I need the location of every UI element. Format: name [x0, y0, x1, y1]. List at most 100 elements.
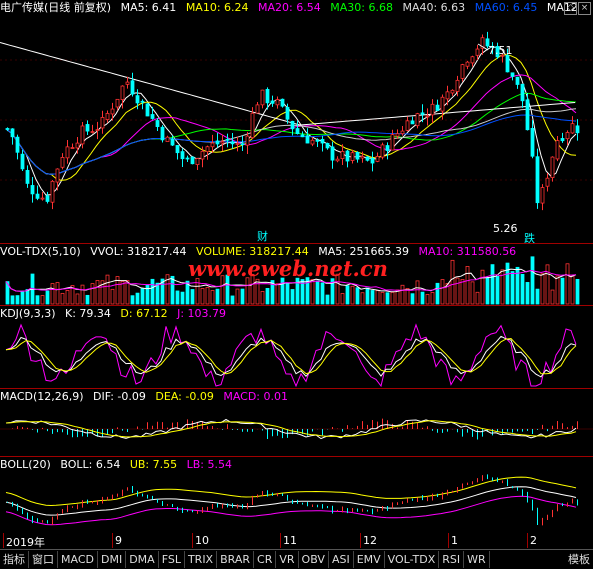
ma10-label: MA10: 6.24	[185, 1, 249, 14]
candle-body	[380, 144, 385, 158]
settings-icon[interactable]: ◇	[564, 2, 577, 15]
candle-body	[210, 142, 215, 148]
kdj-d-line	[5, 337, 577, 375]
boll-name: BOLL(20)	[0, 458, 51, 471]
volume-bar	[400, 284, 405, 305]
axis-label: 2019年	[6, 536, 45, 549]
volume-bar	[230, 295, 235, 305]
volume-bar	[255, 278, 260, 305]
candle-body	[135, 95, 140, 104]
indicator-tab-bar: 指标 窗口 MACD DMI DMA FSL TRIX BRAR CR VR OBV ASI EMV VO…	[0, 549, 593, 569]
candle-body	[460, 64, 465, 79]
volume-bar	[215, 288, 220, 305]
candle-body	[400, 130, 405, 135]
tab-cr[interactable]: CR	[254, 551, 277, 568]
tab-dma[interactable]: DMA	[126, 551, 159, 568]
candle-body	[505, 55, 510, 73]
boll-panel[interactable]: BOLL(20) BOLL: 6.54 UB: 7.55 LB: 5.54	[0, 457, 593, 533]
tab-trix[interactable]: TRIX	[185, 551, 218, 568]
candle-body	[310, 139, 315, 145]
tab-vol-tdx[interactable]: VOL-TDX	[385, 551, 440, 568]
volume-bar	[355, 287, 360, 305]
price-chart-panel[interactable]: 电广传媒(日线 前复权) MA5: 6.41 MA10: 6.24 MA20: …	[0, 0, 593, 243]
axis-tick	[3, 533, 4, 548]
axis-tick	[112, 533, 113, 548]
close-icon[interactable]: ×	[578, 2, 591, 15]
candle-body	[300, 134, 305, 138]
price-chart-canvas[interactable]	[0, 0, 593, 243]
macd-panel[interactable]: MACD(12,26,9) DIF: -0.09 DEA: -0.09 MACD…	[0, 389, 593, 456]
candle-body	[550, 156, 555, 179]
ma40-line	[5, 108, 577, 175]
candle-body	[420, 112, 425, 115]
volume-bar	[125, 280, 130, 305]
volume-bar	[290, 289, 295, 305]
volume-bar	[575, 278, 580, 305]
candle-body	[80, 125, 85, 145]
tab-macd[interactable]: MACD	[58, 551, 98, 568]
axis-label: 10	[195, 534, 209, 547]
drop-marker[interactable]: 跌	[524, 230, 535, 243]
kdj-d-label: D: 67.12	[120, 307, 168, 320]
candle-body	[145, 103, 150, 117]
volume-bar	[60, 292, 65, 305]
tab-brar[interactable]: BRAR	[217, 551, 255, 568]
tab-vr[interactable]: VR	[276, 551, 299, 568]
volume-bar	[205, 287, 210, 305]
axis-tick	[280, 533, 281, 548]
candle-body	[100, 117, 105, 129]
tab-dmi[interactable]: DMI	[98, 551, 127, 568]
candle-body	[125, 81, 130, 85]
price-panel-title: 电广传媒(日线 前复权) MA5: 6.41 MA10: 6.24 MA20: …	[0, 0, 584, 15]
volume-bar	[80, 284, 85, 305]
candle-body	[335, 158, 340, 162]
volume-bar	[410, 293, 415, 305]
tab-emv[interactable]: EMV	[354, 551, 385, 568]
tab-asi[interactable]: ASI	[329, 551, 354, 568]
candle-body	[515, 76, 520, 85]
tab-obv[interactable]: OBV	[299, 551, 329, 568]
kdj-panel[interactable]: KDJ(9,3,3) K: 79.34 D: 67.12 J: 103.79	[0, 306, 593, 388]
volume-bar	[130, 295, 135, 305]
volume-bar	[45, 290, 50, 305]
ma10-line	[5, 54, 577, 181]
volume-bar	[570, 275, 575, 305]
volume-bar	[525, 282, 530, 305]
macd-dea-label: DEA: -0.09	[155, 390, 214, 403]
kdj-name: KDJ(9,3,3)	[0, 307, 56, 320]
candle-body	[430, 103, 435, 116]
volume-panel[interactable]: VOL-TDX(5,10) VVOL: 318217.44 VOLUME: 31…	[0, 244, 593, 305]
candle-body	[340, 150, 345, 160]
candle-body	[355, 152, 360, 160]
candle-body	[330, 146, 335, 161]
candle-body	[165, 136, 170, 142]
volume-bar	[490, 264, 495, 305]
candle-body	[110, 108, 115, 115]
tab-wr[interactable]: WR	[464, 551, 490, 568]
volume-bar	[485, 277, 490, 305]
tab-template[interactable]: 模板	[565, 551, 593, 568]
ma20-label: MA20: 6.54	[258, 1, 321, 14]
candle-body	[120, 85, 125, 101]
candle-body	[10, 128, 15, 138]
candle-body	[175, 145, 180, 154]
tab-window[interactable]: 窗口	[29, 551, 58, 568]
candle-body	[455, 79, 460, 92]
tab-indicator[interactable]: 指标	[0, 551, 29, 568]
volume-bar	[260, 291, 265, 305]
tab-fsl[interactable]: FSL	[159, 551, 185, 568]
candle-body	[560, 138, 565, 142]
candle-body	[570, 123, 575, 134]
volume-bar	[40, 295, 45, 305]
candle-body	[45, 195, 50, 202]
candle-body	[285, 106, 290, 120]
candle-body	[565, 132, 570, 140]
tab-rsi[interactable]: RSI	[439, 551, 465, 568]
volume-bar	[155, 282, 160, 305]
ma30-label: MA30: 6.68	[330, 1, 393, 14]
candle-body	[530, 127, 535, 157]
ma60-label: MA60: 6.45	[474, 1, 538, 14]
financial-report-marker[interactable]: 财	[257, 228, 268, 243]
candle-body	[150, 114, 155, 119]
candle-body	[85, 124, 90, 132]
